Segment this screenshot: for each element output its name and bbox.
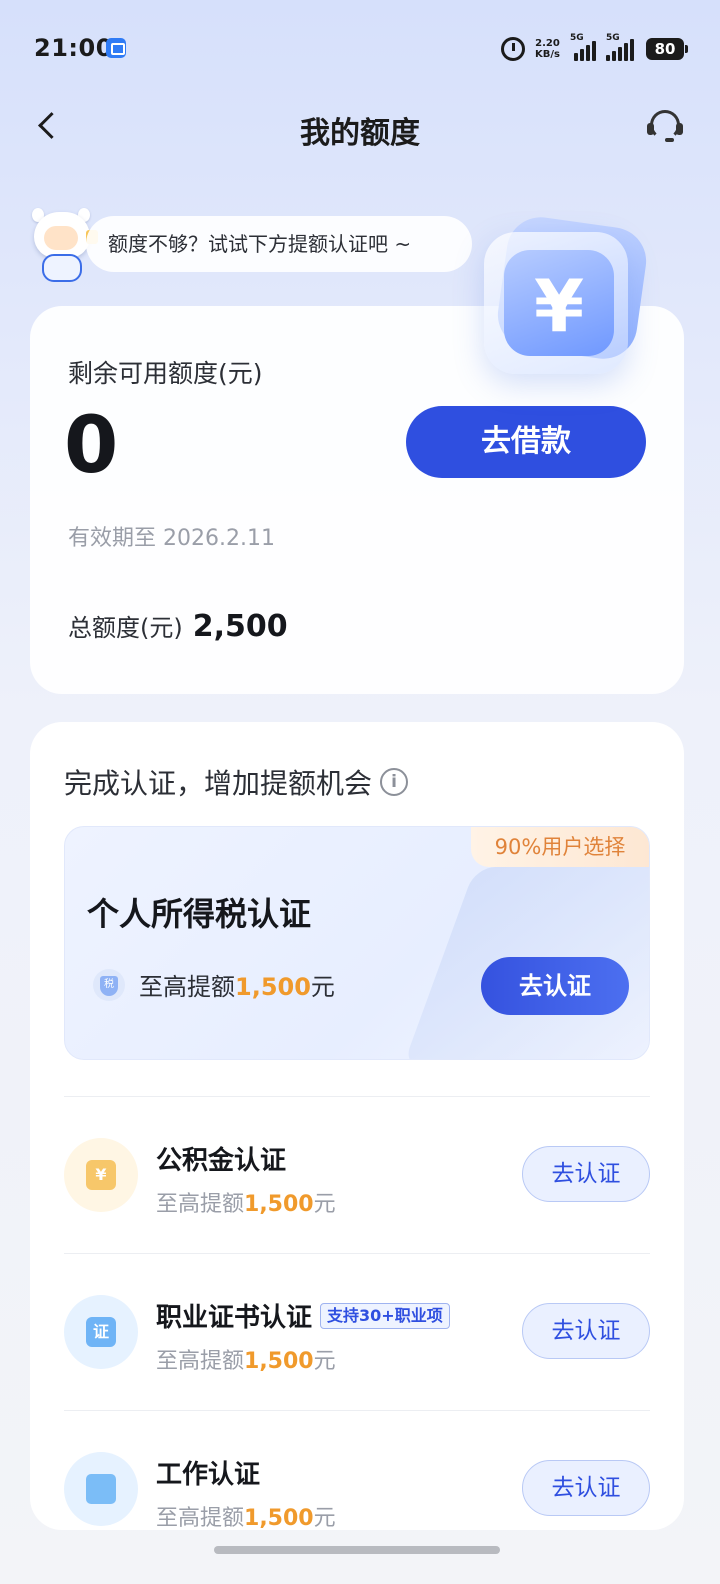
total-quota-value: 2,500: [192, 609, 288, 644]
cert-sub-prefix: 至高提额: [156, 1506, 245, 1530]
home-indicator[interactable]: [214, 1546, 500, 1554]
cert-name-text: 公积金认证: [156, 1146, 287, 1176]
status-indicators: 2.20 KB/s 5G 5G 80: [501, 33, 688, 64]
signal-1-icon: 5G: [570, 33, 596, 61]
cert-name-text: 职业证书认证: [156, 1303, 313, 1333]
work-certify-button[interactable]: 去认证: [522, 1460, 650, 1516]
borrow-button[interactable]: 去借款: [406, 406, 646, 478]
featured-sub-suffix: 元: [310, 973, 335, 1001]
housing-fund-icon: ¥: [64, 1138, 138, 1212]
cert-sub-suffix: 元: [313, 1506, 336, 1530]
certification-card: 完成认证，增加提额机会 i 90%用户选择 个人所得税认证 至高提额1,500元…: [30, 722, 684, 1530]
yen-icon: ¥: [533, 264, 585, 348]
signal-2-label: 5G: [606, 33, 620, 43]
featured-sub-amount: 1,500: [235, 973, 311, 1001]
cert-name: 工作认证: [156, 1454, 260, 1491]
featured-sub-prefix: 至高提额: [139, 973, 235, 1001]
total-quota: 总额度(元) 2,500: [68, 608, 288, 644]
battery-icon: 80: [646, 38, 688, 60]
total-quota-label: 总额度(元): [68, 614, 183, 642]
certification-heading-text: 完成认证，增加提额机会: [64, 767, 373, 800]
work-id-icon: [64, 1452, 138, 1526]
cert-name-text: 工作认证: [156, 1460, 261, 1490]
net-speed-unit: KB/s: [535, 49, 560, 60]
divider: [64, 1253, 650, 1254]
divider: [64, 1410, 650, 1411]
net-speed: 2.20 KB/s: [535, 38, 560, 60]
status-time: 21:00: [34, 34, 113, 62]
expire-date: 有效期至 2026.2.11: [68, 526, 275, 551]
cert-subtitle: 至高提额1,500元: [156, 1500, 336, 1530]
cert-name: 公积金认证: [156, 1140, 286, 1177]
certification-heading: 完成认证，增加提额机会 i: [64, 762, 409, 802]
certificate-certify-button[interactable]: 去认证: [522, 1303, 650, 1359]
housing-fund-certify-button[interactable]: 去认证: [522, 1146, 650, 1202]
cert-tag: 支持30+职业项: [320, 1302, 450, 1329]
notification-app-icon: [106, 38, 126, 58]
signal-2-icon: 5G: [606, 33, 636, 61]
page-title: 我的额度: [300, 116, 420, 151]
tax-certify-button[interactable]: 去认证: [481, 957, 629, 1015]
divider: [64, 1096, 650, 1097]
customer-service-icon[interactable]: [646, 108, 684, 146]
signal-1-label: 5G: [570, 33, 584, 43]
featured-title: 个人所得税认证: [87, 895, 312, 933]
cert-sub-amount: 1,500: [244, 1506, 314, 1530]
certificate-icon: 证: [64, 1295, 138, 1369]
cert-name: 职业证书认证 支持30+职业项: [156, 1297, 450, 1334]
tip-bubble: 额度不够？试试下方提额认证吧 ~: [86, 216, 472, 272]
featured-badge: 90%用户选择: [471, 827, 649, 867]
cert-sub-amount: 1,500: [244, 1192, 314, 1217]
quota-amount: 0: [64, 401, 119, 491]
list-item-work[interactable]: 工作认证 至高提额1,500元 去认证: [64, 1430, 650, 1530]
featured-subtitle: 至高提额1,500元: [93, 967, 335, 1002]
info-icon[interactable]: i: [380, 768, 409, 796]
cert-subtitle: 至高提额1,500元: [156, 1186, 336, 1218]
cert-subtitle: 至高提额1,500元: [156, 1343, 336, 1375]
cert-sub-prefix: 至高提额: [156, 1349, 245, 1374]
status-bar: 21:00 2.20 KB/s 5G 5G 80: [0, 0, 720, 96]
quota-label: 剩余可用额度(元): [68, 359, 263, 388]
alarm-icon: [501, 37, 526, 61]
certificate-icon-glyph: 证: [86, 1317, 116, 1347]
cert-sub-amount: 1,500: [244, 1349, 314, 1374]
cert-sub-suffix: 元: [313, 1349, 336, 1374]
list-item-professional-certificate[interactable]: 证 职业证书认证 支持30+职业项 至高提额1,500元 去认证: [64, 1273, 650, 1393]
net-speed-value: 2.20: [535, 38, 560, 49]
cert-sub-suffix: 元: [313, 1192, 336, 1217]
cert-sub-prefix: 至高提额: [156, 1192, 245, 1217]
featured-certification[interactable]: 90%用户选择 个人所得税认证 至高提额1,500元 去认证: [64, 826, 650, 1060]
list-item-housing-fund[interactable]: ¥ 公积金认证 至高提额1,500元 去认证: [64, 1116, 650, 1236]
tax-shield-icon: [93, 968, 125, 1001]
